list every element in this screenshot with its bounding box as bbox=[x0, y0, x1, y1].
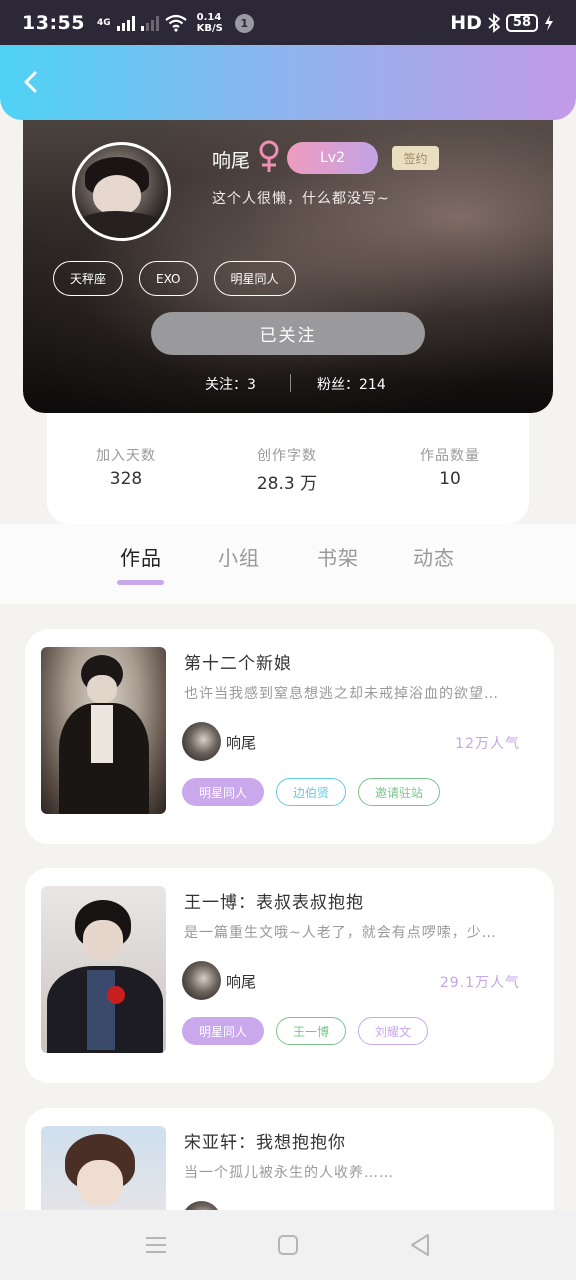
work-tag[interactable]: 明星同人 bbox=[182, 778, 265, 806]
status-time: 13:55 bbox=[22, 12, 85, 34]
follow-stats: 关注：3 粉丝：214 bbox=[23, 374, 553, 394]
work-tags: 明星同人 王一博 刘耀文 bbox=[182, 1017, 429, 1045]
signal-icon bbox=[116, 15, 135, 31]
wifi-icon bbox=[164, 14, 187, 32]
tab-groups[interactable]: 小组 bbox=[218, 542, 260, 571]
following-count[interactable]: 关注：3 bbox=[205, 374, 256, 394]
fans-count[interactable]: 粉丝：214 bbox=[317, 374, 386, 394]
status-right: HD 58 bbox=[450, 12, 554, 34]
work-title: 宋亚轩：我想抱抱你 bbox=[184, 1133, 346, 1153]
author-avatar bbox=[182, 722, 221, 761]
signal-group: 4G 0.14 KB/S 1 bbox=[97, 12, 254, 34]
stat-join-days: 加入天数 328 bbox=[96, 448, 156, 489]
tab-bar: 作品 小组 书架 动态 bbox=[0, 524, 576, 604]
profile-card: 响尾 Lv2 签约 这个人很懒，什么都没写~ 天秤座 EXO 明星同人 已关注 … bbox=[23, 112, 553, 413]
network-speed: 0.14 KB/S bbox=[196, 12, 223, 34]
profile-name: 响尾 bbox=[212, 150, 251, 172]
work-tag[interactable]: 王一博 bbox=[276, 1017, 347, 1045]
signed-badge: 签约 bbox=[392, 146, 439, 170]
system-nav-bar bbox=[0, 1210, 576, 1280]
charging-icon bbox=[545, 15, 553, 31]
status-bar: 13:55 4G 0.14 KB/S 1 HD 58 bbox=[0, 0, 576, 46]
menu-icon bbox=[146, 1237, 166, 1253]
work-tag[interactable]: 邀请驻站 bbox=[358, 778, 441, 806]
work-summary: 当一个孤儿被永生的人收养…… bbox=[184, 1165, 394, 1181]
home-button[interactable] bbox=[268, 1225, 308, 1265]
work-tag[interactable]: 明星同人 bbox=[182, 1017, 265, 1045]
profile-tag[interactable]: EXO bbox=[139, 261, 198, 296]
stats-card: 加入天数 328 创作字数 28.3 万 作品数量 10 bbox=[47, 395, 529, 524]
bluetooth-icon bbox=[488, 13, 500, 33]
work-cover bbox=[41, 886, 166, 1053]
hd-label: HD bbox=[450, 12, 482, 34]
work-summary: 是一篇重生文哦~人老了，就会有点啰嗦，少… bbox=[184, 925, 497, 941]
active-tab-indicator bbox=[117, 580, 164, 585]
work-popularity: 12万人气 bbox=[455, 736, 520, 752]
header-bar bbox=[0, 45, 576, 120]
author-avatar bbox=[182, 961, 221, 1000]
work-title: 王一博：表叔表叔抱抱 bbox=[184, 893, 364, 913]
work-title: 第十二个新娘 bbox=[184, 654, 292, 674]
avatar[interactable] bbox=[72, 142, 171, 241]
work-popularity: 29.1万人气 bbox=[439, 975, 520, 991]
follow-button[interactable]: 已关注 bbox=[151, 312, 425, 355]
work-summary: 也许当我感到窒息想逃之却未戒掉浴血的欲望… bbox=[184, 686, 499, 702]
level-badge: Lv2 bbox=[287, 142, 378, 174]
square-icon bbox=[278, 1235, 298, 1255]
work-card[interactable]: 王一博：表叔表叔抱抱 是一篇重生文哦~人老了，就会有点啰嗦，少… 响尾 29.1… bbox=[25, 868, 554, 1083]
back-button[interactable] bbox=[16, 67, 46, 97]
tab-works[interactable]: 作品 bbox=[120, 542, 162, 571]
profile-bio: 这个人很懒，什么都没写~ bbox=[212, 191, 390, 207]
signal-icon-secondary bbox=[140, 15, 159, 31]
tab-activity[interactable]: 动态 bbox=[413, 542, 455, 571]
tab-bookshelf[interactable]: 书架 bbox=[317, 542, 359, 571]
work-author: 响尾 bbox=[226, 734, 257, 752]
triangle-back-icon bbox=[411, 1234, 429, 1256]
back-nav-button[interactable] bbox=[400, 1225, 440, 1265]
stats-divider bbox=[290, 374, 291, 392]
work-author: 响尾 bbox=[226, 973, 257, 991]
notification-badge: 1 bbox=[234, 13, 254, 33]
work-cover bbox=[41, 647, 166, 814]
network-type: 4G bbox=[96, 18, 111, 28]
work-card[interactable]: 第十二个新娘 也许当我感到窒息想逃之却未戒掉浴血的欲望… 响尾 12万人气 明星… bbox=[25, 629, 554, 844]
battery-icon: 58 bbox=[505, 14, 538, 32]
chevron-left-icon bbox=[24, 71, 37, 93]
menu-button[interactable] bbox=[136, 1225, 176, 1265]
stat-word-count: 创作字数 28.3 万 bbox=[256, 448, 318, 494]
work-tag[interactable]: 边伯贤 bbox=[276, 778, 347, 806]
stat-works-count: 作品数量 10 bbox=[420, 448, 480, 489]
profile-tag[interactable]: 天秤座 bbox=[53, 261, 124, 296]
work-tag[interactable]: 刘耀文 bbox=[358, 1017, 429, 1045]
female-icon bbox=[259, 140, 279, 172]
work-tags: 明星同人 边伯贤 邀请驻站 bbox=[182, 778, 441, 806]
profile-tag[interactable]: 明星同人 bbox=[213, 261, 296, 296]
profile-tags: 天秤座 EXO 明星同人 bbox=[53, 261, 296, 296]
